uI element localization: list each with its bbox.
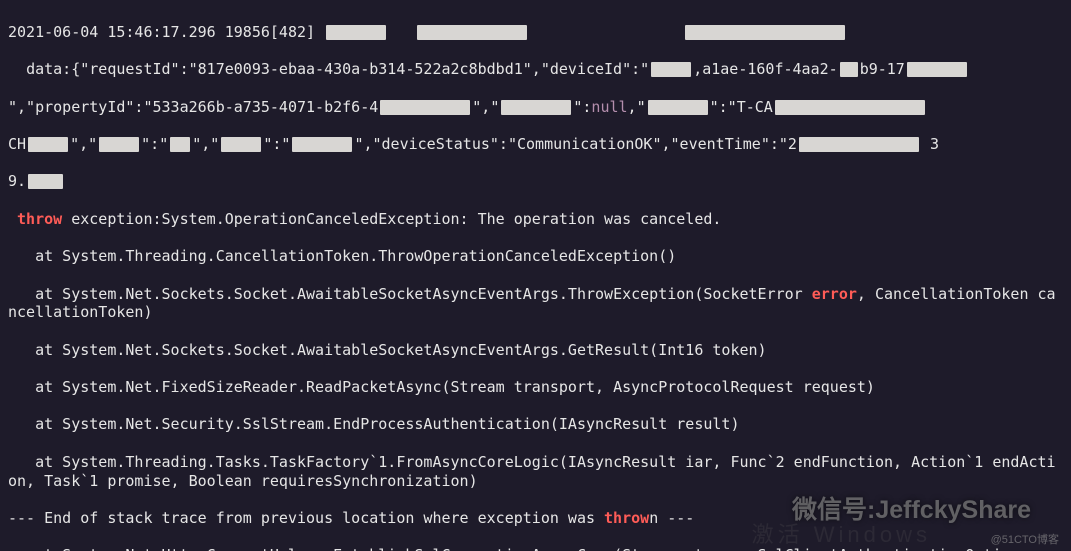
stack-frame: at System.Threading.Tasks.TaskFactory`1.… [8,453,1063,490]
log-text: "," [70,135,97,153]
log-text: ":" [263,135,290,153]
redacted-block [775,100,925,115]
log-line: 2021-06-04 15:46:17.296 19856[482] [8,23,1063,42]
timestamp-prefix: 2021-06-04 15:46:17.296 19856[482] [8,23,324,41]
log-text: ": [573,98,591,116]
log-line: 9. [8,172,1063,191]
log-text: CH [8,135,26,153]
log-text: "," [472,98,499,116]
redacted-block [685,25,845,40]
log-text: 9. [8,172,26,190]
redacted-block [99,137,139,152]
error-keyword: error [812,285,857,303]
redacted-block [292,137,352,152]
redacted-block [326,25,386,40]
null-keyword: null [591,98,627,116]
stack-frame: --- End of stack trace from previous loc… [8,509,1063,528]
redacted-block [840,62,858,77]
redacted-block [907,62,967,77]
log-text: exception:System.OperationCanceledExcept… [62,210,721,228]
log-text: b9-17 [860,60,905,78]
redacted-block [221,137,261,152]
redacted-block [417,25,527,40]
log-text [529,23,683,41]
log-text: 3 [921,135,939,153]
log-text: ":" [141,135,168,153]
redacted-block [28,137,68,152]
stack-frame: at System.Net.Sockets.Socket.AwaitableSo… [8,285,1063,322]
log-text: ,a1ae-160f-4aa2- [693,60,838,78]
throw-keyword: throw [604,509,649,527]
redacted-block [648,100,708,115]
log-text: ","propertyId":"533a266b-a735-4071-b2f6-… [8,98,378,116]
stack-frame: at System.Net.Sockets.Socket.AwaitableSo… [8,341,1063,360]
log-text: data:{"requestId":"817e0093-ebaa-430a-b3… [8,60,649,78]
stack-frame: at System.Net.FixedSizeReader.ReadPacket… [8,378,1063,397]
log-line: CH "," ":" "," ":" ","deviceStatus":"Communic… [8,135,1063,154]
log-line: ","propertyId":"533a266b-a735-4071-b2f6-… [8,98,1063,117]
redacted-block [799,137,919,152]
redacted-block [170,137,190,152]
redacted-block [28,174,63,189]
redacted-block [651,62,691,77]
log-text: ","deviceStatus":"CommunicationOK","even… [354,135,797,153]
log-text: n --- [649,509,694,527]
stack-frame: at System.Threading.CancellationToken.Th… [8,247,1063,266]
redacted-block [501,100,571,115]
log-text: ," [628,98,646,116]
terminal-output: 2021-06-04 15:46:17.296 19856[482] data:… [0,0,1071,551]
log-text: --- End of stack trace from previous loc… [8,509,604,527]
log-text: at System.Net.Sockets.Socket.AwaitableSo… [8,285,812,303]
redacted-block [380,100,470,115]
log-text: "," [192,135,219,153]
stack-frame: at System.Net.Security.SslStream.EndProc… [8,415,1063,434]
throw-keyword: throw [8,210,62,228]
log-line: throw exception:System.OperationCanceled… [8,210,1063,229]
log-text [388,23,415,41]
log-text: ":"T-CA [710,98,773,116]
log-line: data:{"requestId":"817e0093-ebaa-430a-b3… [8,60,1063,79]
stack-frame: at System.Net.Http.ConnectHelper.Establi… [8,546,1063,551]
